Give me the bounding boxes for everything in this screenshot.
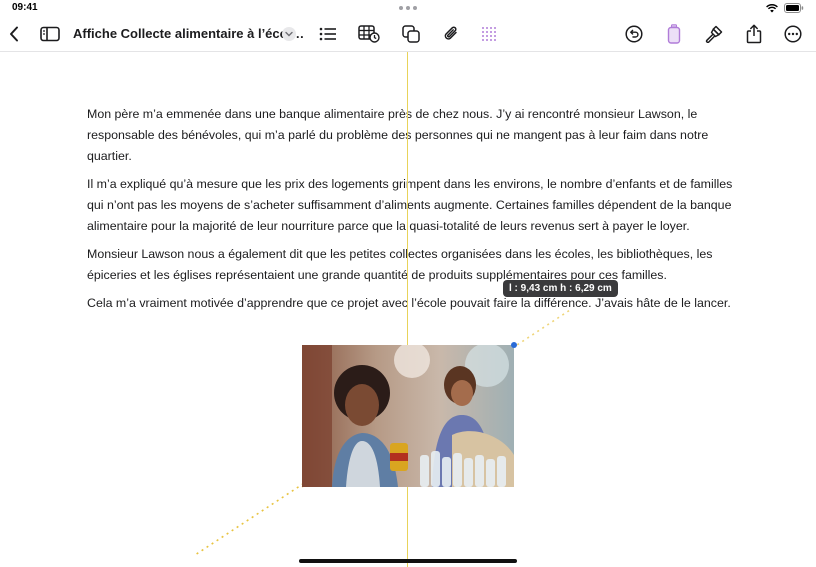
dimensions-tooltip: l : 9,43 cm h : 6,29 cm	[503, 280, 618, 297]
home-indicator[interactable]	[299, 559, 517, 563]
resize-handle[interactable]	[511, 342, 517, 348]
inserted-photo[interactable]	[302, 345, 514, 487]
photo-illustration	[302, 345, 514, 487]
